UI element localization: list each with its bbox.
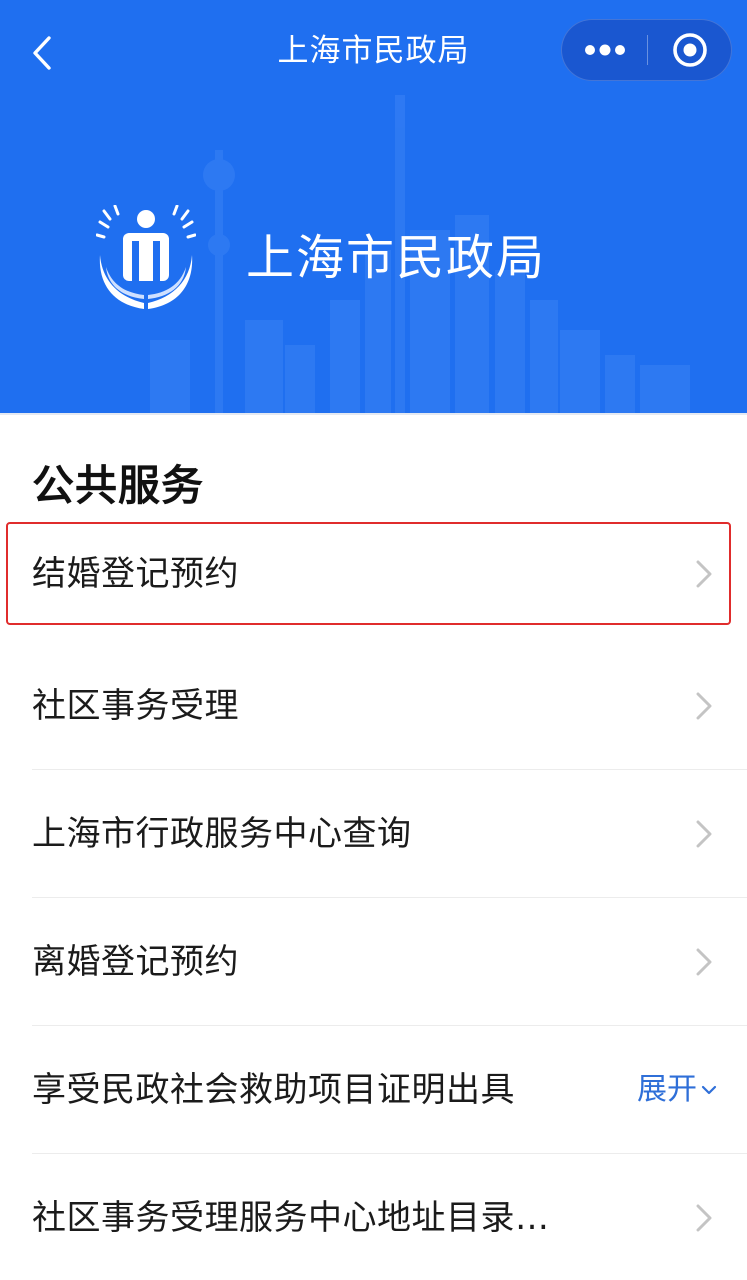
service-item-marriage-appointment[interactable]: 结婚登记预约 [0, 510, 747, 638]
service-item-label: 社区事务受理服务中心地址目录… [32, 1198, 550, 1238]
chevron-down-icon [701, 1085, 717, 1095]
expand-button[interactable]: 展开 [637, 1026, 717, 1154]
service-item-label: 社区事务受理 [32, 686, 239, 726]
chevron-right-icon [696, 820, 712, 848]
service-item-social-assistance-certificate[interactable]: 享受民政社会救助项目证明出具 展开 [0, 1026, 747, 1154]
more-dots-icon [584, 44, 625, 56]
service-item-community-affairs[interactable]: 社区事务受理 [0, 642, 747, 770]
civil-affairs-logo [96, 205, 196, 309]
capsule-menu [561, 19, 732, 81]
chevron-right-icon [696, 1204, 712, 1232]
chevron-right-icon [696, 692, 712, 720]
header-banner: 上海市民政局 上海市民政局 [0, 0, 747, 415]
service-item-label: 离婚登记预约 [32, 942, 239, 982]
more-button[interactable] [562, 20, 647, 80]
service-item-divorce-appointment[interactable]: 离婚登记预约 [0, 898, 747, 1026]
target-circle-icon [673, 33, 707, 67]
service-item-label: 结婚登记预约 [32, 554, 239, 594]
mini-program-page: 上海市民政局 上海市民政局 公共服务 结婚登记预约 社区事务受理 上海市行政服务… [0, 0, 747, 1280]
chevron-right-icon [696, 560, 712, 588]
chevron-right-icon [696, 948, 712, 976]
service-item-label: 享受民政社会救助项目证明出具 [32, 1070, 515, 1110]
expand-label: 展开 [637, 1072, 697, 1107]
service-item-admin-center-query[interactable]: 上海市行政服务中心查询 [0, 770, 747, 898]
close-button[interactable] [648, 20, 732, 80]
service-item-center-address-directory[interactable]: 社区事务受理服务中心地址目录… [0, 1154, 747, 1280]
section-title: 公共服务 [32, 461, 205, 510]
brand-name: 上海市民政局 [246, 230, 547, 286]
banner-divider [0, 413, 747, 415]
service-item-label: 上海市行政服务中心查询 [32, 814, 412, 854]
